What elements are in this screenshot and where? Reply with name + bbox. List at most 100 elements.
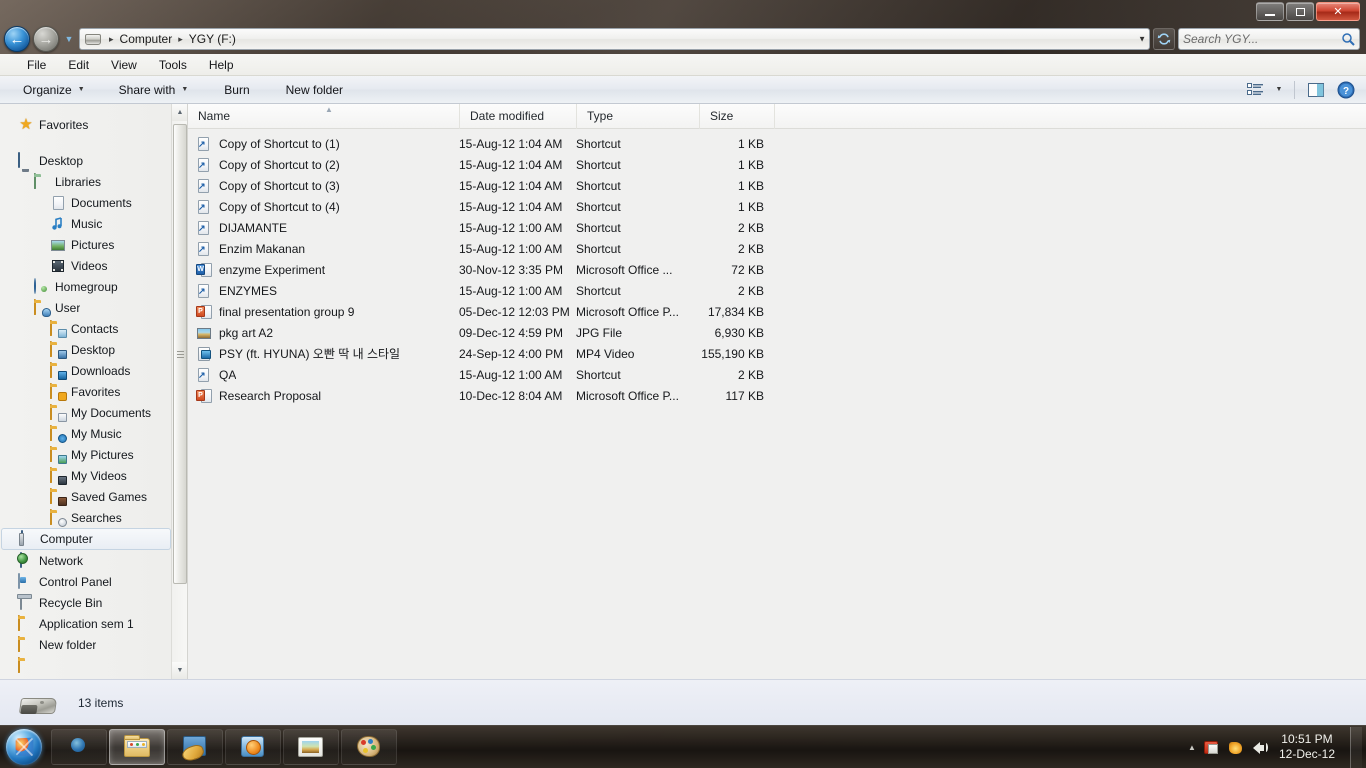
table-row[interactable]: ↗ Copy of Shortcut to (4) 15-Aug-12 1:04 …: [188, 196, 1366, 217]
file-type: Shortcut: [576, 241, 621, 256]
sidebar-item-label: Saved Games: [71, 489, 148, 504]
close-button[interactable]: ✕: [1316, 2, 1360, 21]
sidebar-item-libraries[interactable]: Libraries: [0, 171, 172, 192]
menu-help[interactable]: Help: [198, 56, 245, 74]
show-desktop-button[interactable]: [1350, 726, 1362, 768]
show-hidden-icons-button[interactable]: ▲: [1188, 743, 1196, 752]
file-name: DIJAMANTE: [219, 220, 288, 235]
refresh-button[interactable]: [1153, 28, 1175, 50]
table-row[interactable]: Wenzyme Experiment 30-Nov-12 3:35 PM Mic…: [188, 259, 1366, 280]
taskbar-item-photo-viewer[interactable]: [283, 729, 339, 765]
help-icon: ?: [1337, 81, 1355, 98]
scroll-down-button[interactable]: ▼: [172, 662, 187, 679]
chevron-down-icon[interactable]: ▼: [1138, 35, 1146, 44]
table-row[interactable]: ↗ Copy of Shortcut to (3) 15-Aug-12 1:04 …: [188, 175, 1366, 196]
table-row[interactable]: P Research Proposal 10-Dec-12 8:04 AM Mic…: [188, 385, 1366, 406]
sidebar-item-my-videos[interactable]: My Videos: [0, 465, 172, 486]
menu-view[interactable]: View: [100, 56, 148, 74]
help-button[interactable]: ?: [1332, 79, 1360, 101]
recent-pages-dropdown-icon[interactable]: ▼: [62, 34, 76, 44]
column-header-size[interactable]: Size: [699, 103, 774, 129]
action-center-icon[interactable]: [1227, 739, 1244, 756]
taskbar-item-paint[interactable]: [341, 729, 397, 765]
table-row[interactable]: ↗ Copy of Shortcut to (2) 15-Aug-12 1:04 …: [188, 154, 1366, 175]
table-row[interactable]: ↗ Enzim Makanan 15-Aug-12 1:00 AM Shortcu…: [188, 238, 1366, 259]
library-folder-icon: [34, 172, 50, 190]
sidebar-item-pictures[interactable]: Pictures: [0, 234, 172, 255]
volume-icon[interactable]: [1251, 739, 1268, 756]
word-document-icon: W: [196, 262, 212, 278]
view-dropdown-button[interactable]: ▼: [1271, 79, 1287, 101]
sidebar-item-control-panel[interactable]: Control Panel: [0, 571, 172, 592]
column-header-type[interactable]: Type: [576, 103, 699, 129]
change-view-button[interactable]: [1241, 79, 1269, 101]
sidebar-item-user[interactable]: User: [0, 297, 172, 318]
new-folder-button[interactable]: New folder: [277, 80, 352, 100]
sidebar-item-searches[interactable]: Searches: [0, 507, 172, 528]
maximize-button[interactable]: [1286, 2, 1314, 21]
table-row[interactable]: Pfinal presentation group 9 05-Dec-12 12…: [188, 301, 1366, 322]
menu-file[interactable]: File: [16, 56, 57, 74]
clock-time: 10:51 PM: [1281, 732, 1333, 746]
preview-pane-button[interactable]: [1302, 79, 1330, 101]
antivirus-icon[interactable]: [1203, 739, 1220, 756]
table-row[interactable]: ↗ QA 15-Aug-12 1:00 AM Shortcut 2 KB: [188, 364, 1366, 385]
sidebar-item-desktop-folder[interactable]: Desktop: [0, 339, 172, 360]
sidebar-item-label: Libraries: [55, 174, 102, 189]
powerpoint-icon: P: [196, 304, 212, 320]
scroll-up-button[interactable]: ▲: [172, 104, 187, 121]
forward-button[interactable]: →: [33, 26, 59, 52]
menu-edit[interactable]: Edit: [57, 56, 100, 74]
search-input[interactable]: Search YGY...: [1183, 32, 1258, 46]
taskbar-item-firefox[interactable]: [51, 729, 107, 765]
search-box[interactable]: Search YGY...: [1178, 28, 1360, 50]
back-button[interactable]: ←: [4, 26, 30, 52]
sidebar-item-videos[interactable]: Videos: [0, 255, 172, 276]
clock[interactable]: 10:51 PM 12-Dec-12: [1275, 732, 1343, 762]
sidebar-item-my-documents[interactable]: My Documents: [0, 402, 172, 423]
table-row[interactable]: pkg art A2 09-Dec-12 4:59 PM JPG File 6,…: [188, 322, 1366, 343]
sidebar-item-downloads[interactable]: Downloads: [0, 360, 172, 381]
sidebar-item-clipped[interactable]: [0, 655, 172, 676]
column-header-date-modified[interactable]: Date modified: [459, 103, 576, 129]
address-bar[interactable]: ▸ Computer ▸ YGY (F:) ▼: [79, 28, 1150, 50]
sidebar-item-favorites[interactable]: ★ Favorites: [0, 112, 172, 138]
searches-icon: [50, 508, 67, 527]
share-with-button[interactable]: Share with ▼: [110, 80, 198, 100]
scrollbar-thumb[interactable]: [173, 124, 187, 584]
menu-tools[interactable]: Tools: [148, 56, 198, 74]
sidebar-item-desktop[interactable]: Desktop: [0, 150, 172, 171]
taskbar-item-media-player[interactable]: [225, 729, 281, 765]
sidebar-item-application-sem-1[interactable]: Application sem 1: [0, 613, 172, 634]
minimize-button[interactable]: [1256, 2, 1284, 21]
sidebar-item-new-folder[interactable]: New folder: [0, 634, 172, 655]
sidebar-item-recycle-bin[interactable]: Recycle Bin: [0, 592, 172, 613]
sidebar-item-computer[interactable]: Computer: [1, 528, 171, 550]
start-button[interactable]: [0, 727, 47, 768]
breadcrumb-computer[interactable]: Computer: [118, 32, 175, 46]
start-orb-icon: [5, 729, 42, 765]
column-header-name[interactable]: Name: [188, 104, 459, 129]
sidebar-item-my-music[interactable]: My Music: [0, 423, 172, 444]
table-row[interactable]: PSY (ft. HYUNA) 오빤 딱 내 스타일 24-Sep-12 4:0…: [188, 343, 1366, 364]
navigation-scrollbar[interactable]: ▲ ▼: [171, 104, 187, 679]
taskbar-item-windows-explorer[interactable]: [109, 729, 165, 765]
sidebar-item-my-pictures[interactable]: My Pictures: [0, 444, 172, 465]
table-row[interactable]: ↗ Copy of Shortcut to (1) 15-Aug-12 1:04 …: [188, 133, 1366, 154]
file-type: Microsoft Office ...: [576, 262, 673, 277]
burn-button[interactable]: Burn: [215, 80, 258, 100]
sidebar-item-contacts[interactable]: Contacts: [0, 318, 172, 339]
pictures-icon: [50, 237, 66, 253]
breadcrumb-ygy-drive[interactable]: YGY (F:): [187, 32, 238, 46]
organize-button[interactable]: Organize ▼: [14, 80, 94, 100]
sidebar-item-saved-games[interactable]: Saved Games: [0, 486, 172, 507]
sidebar-item-favorites-folder[interactable]: Favorites: [0, 381, 172, 402]
sidebar-item-documents[interactable]: Documents: [0, 192, 172, 213]
sidebar-item-music[interactable]: Music: [0, 213, 172, 234]
sidebar-item-homegroup[interactable]: Homegroup: [0, 276, 172, 297]
sidebar-item-network[interactable]: Network: [0, 550, 172, 571]
taskbar-item-paint-tool[interactable]: [167, 729, 223, 765]
table-row[interactable]: ↗ ENZYMES 15-Aug-12 1:00 AM Shortcut 2 KB: [188, 280, 1366, 301]
table-row[interactable]: ↗ DIJAMANTE 15-Aug-12 1:00 AM Shortcut 2 …: [188, 217, 1366, 238]
title-bar[interactable]: ✕: [0, 0, 1366, 24]
